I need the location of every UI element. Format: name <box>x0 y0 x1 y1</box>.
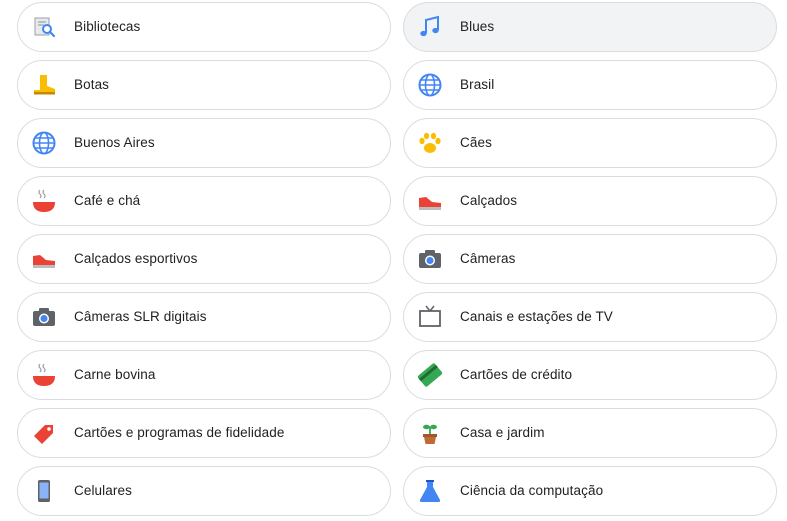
category-label: Buenos Aires <box>74 135 155 150</box>
category-chip-celulares[interactable]: Celulares <box>17 466 391 516</box>
sneaker-icon <box>414 185 446 217</box>
category-chip-cameras[interactable]: Câmeras <box>403 234 777 284</box>
category-label: Botas <box>74 77 110 92</box>
category-chip-carne-bovina[interactable]: Carne bovina <box>17 350 391 400</box>
category-chip-ciencia-da-computacao[interactable]: Ciência da computação <box>403 466 777 516</box>
camera-icon <box>28 301 60 333</box>
globe-icon <box>28 127 60 159</box>
category-chip-canais-e-estacoes-de-tv[interactable]: Canais e estações de TV <box>403 292 777 342</box>
camera-icon <box>414 243 446 275</box>
category-label: Câmeras SLR digitais <box>74 309 207 324</box>
category-chip-brasil[interactable]: Brasil <box>403 60 777 110</box>
smartphone-icon <box>28 475 60 507</box>
category-chip-casa-e-jardim[interactable]: Casa e jardim <box>403 408 777 458</box>
bowl-icon <box>28 359 60 391</box>
category-label: Calçados esportivos <box>74 251 198 266</box>
category-label: Celulares <box>74 483 132 498</box>
tag-icon <box>28 417 60 449</box>
category-label: Casa e jardim <box>460 425 545 440</box>
category-chip-blues[interactable]: Blues <box>403 2 777 52</box>
credit-card-icon <box>414 359 446 391</box>
category-label: Cartões de crédito <box>460 367 573 382</box>
bowl-icon <box>28 185 60 217</box>
library-search-icon <box>28 11 60 43</box>
category-chip-buenos-aires[interactable]: Buenos Aires <box>17 118 391 168</box>
category-label: Brasil <box>460 77 495 92</box>
potted-plant-icon <box>414 417 446 449</box>
category-chip-bibliotecas[interactable]: Bibliotecas <box>17 2 391 52</box>
category-label: Carne bovina <box>74 367 156 382</box>
category-label: Cartões e programas de fidelidade <box>74 425 285 440</box>
category-chip-calcados[interactable]: Calçados <box>403 176 777 226</box>
boot-icon <box>28 69 60 101</box>
category-chip-calcados-esportivos[interactable]: Calçados esportivos <box>17 234 391 284</box>
category-chip-caes[interactable]: Cães <box>403 118 777 168</box>
paw-icon <box>414 127 446 159</box>
music-note-icon <box>414 11 446 43</box>
flask-icon <box>414 475 446 507</box>
tv-icon <box>414 301 446 333</box>
globe-icon <box>414 69 446 101</box>
category-chip-cafe-e-cha[interactable]: Café e chá <box>17 176 391 226</box>
category-label: Blues <box>460 19 495 34</box>
category-label: Cães <box>460 135 492 150</box>
category-label: Calçados <box>460 193 518 208</box>
category-label: Bibliotecas <box>74 19 141 34</box>
category-chip-cartoes-e-programas-de-fidelidade[interactable]: Cartões e programas de fidelidade <box>17 408 391 458</box>
category-chip-cartoes-de-credito[interactable]: Cartões de crédito <box>403 350 777 400</box>
sneaker-icon <box>28 243 60 275</box>
category-label: Ciência da computação <box>460 483 604 498</box>
category-label: Canais e estações de TV <box>460 309 613 324</box>
category-grid: Bibliotecas Blues Botas Brasil Buenos Ai… <box>0 0 787 521</box>
category-chip-cameras-slr-digitais[interactable]: Câmeras SLR digitais <box>17 292 391 342</box>
category-label: Café e chá <box>74 193 141 208</box>
category-chip-botas[interactable]: Botas <box>17 60 391 110</box>
category-label: Câmeras <box>460 251 516 266</box>
